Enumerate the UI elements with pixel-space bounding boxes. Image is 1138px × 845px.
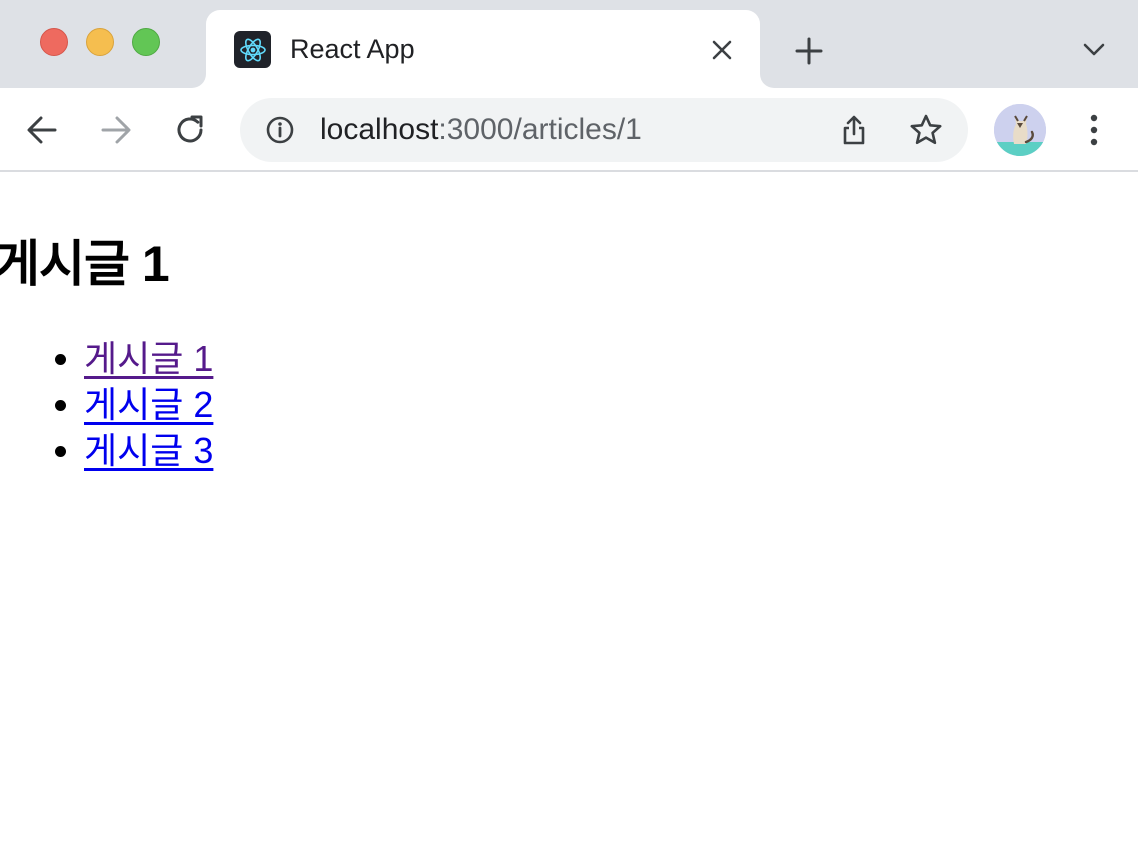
react-logo-icon <box>234 31 271 68</box>
article-link-3[interactable]: 게시글 3 <box>84 430 213 471</box>
window-close-button[interactable] <box>40 28 68 56</box>
info-icon[interactable] <box>264 114 296 146</box>
window-minimize-button[interactable] <box>86 28 114 56</box>
url-path: :3000/articles/1 <box>438 113 642 146</box>
list-item: 게시글 2 <box>84 382 213 428</box>
chevron-down-icon <box>1083 43 1105 56</box>
arrow-left-icon <box>27 116 57 144</box>
share-icon[interactable] <box>834 110 874 150</box>
address-bar[interactable]: localhost:3000/articles/1 <box>240 98 968 162</box>
page-content: 게시글 1 게시글 1 게시글 2 게시글 3 <box>0 174 1138 845</box>
arrow-right-icon <box>101 116 131 144</box>
page-title: 게시글 1 <box>0 236 170 292</box>
url-host: localhost <box>320 113 439 146</box>
list-item: 게시글 3 <box>84 428 213 474</box>
article-link-2[interactable]: 게시글 2 <box>84 384 213 425</box>
article-link-1[interactable]: 게시글 1 <box>84 338 213 379</box>
tab-react-app[interactable]: React App <box>206 10 760 88</box>
bookmark-star-icon[interactable] <box>906 110 946 150</box>
window-maximize-button[interactable] <box>132 28 160 56</box>
profile-avatar[interactable] <box>994 104 1046 156</box>
cat-avatar-icon <box>994 104 1046 156</box>
forward-button[interactable] <box>92 106 140 154</box>
plus-icon <box>795 37 823 65</box>
tab-title: React App <box>290 34 415 64</box>
tab-strip: React App <box>0 0 1138 88</box>
close-icon[interactable] <box>702 30 742 70</box>
back-button[interactable] <box>18 106 66 154</box>
menu-button[interactable] <box>1072 106 1116 154</box>
list-item: 게시글 1 <box>84 336 213 382</box>
reload-icon <box>177 115 203 143</box>
url-text[interactable]: localhost:3000/articles/1 <box>320 113 642 147</box>
more-vertical-icon <box>1090 114 1098 146</box>
browser-window: React App localhost:3000/articles/1 게시글 … <box>0 0 1138 845</box>
new-tab-button[interactable] <box>786 28 832 74</box>
reload-button[interactable] <box>166 106 214 154</box>
browser-toolbar: localhost:3000/articles/1 <box>0 88 1138 172</box>
tab-search-button[interactable] <box>1072 30 1116 70</box>
article-list: 게시글 1 게시글 2 게시글 3 <box>84 336 213 474</box>
